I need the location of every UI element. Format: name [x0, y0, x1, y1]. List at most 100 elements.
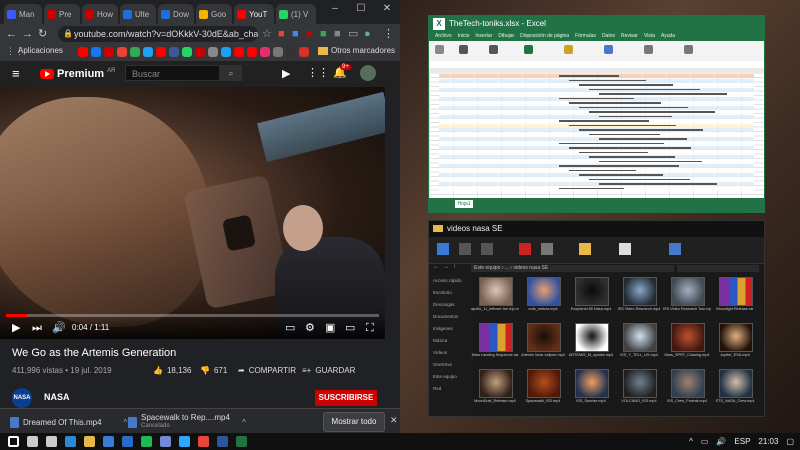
youtube-premium-logo[interactable]: Premium AR [40, 68, 115, 80]
channel-name[interactable]: NASA [44, 392, 70, 402]
browser-tab[interactable]: Dow [158, 4, 194, 24]
apps-icon[interactable]: ⋮⋮ [307, 66, 329, 79]
chrome-icon[interactable] [198, 436, 209, 447]
nav-item[interactable]: Acceso rápido [433, 278, 471, 283]
paste-icon[interactable] [481, 243, 493, 255]
share-button[interactable]: ➦ COMPARTIR [238, 366, 296, 375]
reload-icon[interactable]: ↻ [38, 27, 47, 41]
ribbon-tab[interactable]: Fórmulas [575, 32, 596, 41]
show-all-button[interactable]: Mostrar todo [323, 412, 385, 432]
nav-item[interactable]: Red [433, 386, 471, 391]
video-thumbnail[interactable] [671, 323, 705, 352]
notification-icon[interactable]: ▢ [786, 437, 794, 446]
bookmark-favicon-icon[interactable] [169, 47, 179, 57]
bookmark-favicon-icon[interactable] [208, 47, 218, 57]
video-thumbnail[interactable] [719, 323, 753, 352]
ribbon-tab[interactable]: Ayuda [661, 32, 675, 41]
nav-item[interactable]: Vídeos [433, 350, 471, 355]
save-button[interactable]: ≡+ GUARDAR [302, 366, 355, 375]
spotify-icon[interactable] [141, 436, 152, 447]
cast-icon[interactable]: ▭ [348, 27, 358, 41]
volume-icon[interactable]: 🔊 [716, 437, 726, 446]
other-bookmarks[interactable]: Otros marcadores [331, 46, 395, 55]
ribbon-tab[interactable]: Datos [602, 32, 615, 41]
network-icon[interactable]: ▭ [701, 437, 709, 446]
browser-tab-active[interactable]: YouT [234, 4, 274, 24]
nav-item[interactable]: OneDrive [433, 362, 471, 367]
explorer-address-bar[interactable]: Este equipo › ... › videos nasa SE [471, 265, 674, 272]
back-icon[interactable]: ← [433, 264, 439, 270]
language-indicator[interactable]: ESP [734, 437, 750, 446]
browser-tab[interactable]: How [82, 4, 118, 24]
back-icon[interactable]: ← [6, 27, 17, 41]
video-player[interactable] [0, 87, 385, 339]
file-name[interactable]: Mars_SPRT_Chasing.mp4 [663, 353, 711, 357]
file-name[interactable]: MoonDust_Release.mp4 [471, 399, 519, 403]
video-thumbnail[interactable] [623, 277, 657, 306]
file-name[interactable]: Exoplanet 89 Nasa.mp4 [567, 307, 615, 311]
excel-icon[interactable] [236, 436, 247, 447]
chevron-up-icon[interactable]: ^ [242, 418, 246, 427]
video-thumbnail[interactable] [623, 323, 657, 352]
video-thumbnail[interactable] [479, 277, 513, 306]
store-icon[interactable] [103, 436, 114, 447]
ribbon-tab[interactable]: Archivo [435, 32, 452, 41]
chevron-up-icon[interactable]: ^ [689, 437, 693, 446]
theater-mode-icon[interactable]: ▭ [345, 322, 355, 334]
table-format-icon[interactable] [604, 45, 613, 54]
sheet-tab[interactable]: Hoja1 [455, 200, 473, 208]
profile-avatar[interactable]: ● [364, 27, 371, 41]
extension-icon[interactable]: ■ [306, 27, 313, 41]
ribbon-tab[interactable]: Inicio [458, 32, 470, 41]
bookmark-favicon-icon[interactable] [286, 47, 296, 57]
browser-tab[interactable]: Goo [196, 4, 232, 24]
volume-icon[interactable]: 🔊 [52, 322, 66, 334]
font-icon[interactable] [459, 45, 468, 54]
browser-tab[interactable]: Pre [44, 4, 80, 24]
bookmark-favicon-icon[interactable] [130, 47, 140, 57]
delete-icon[interactable] [519, 243, 531, 255]
bookmark-favicon-icon[interactable] [182, 47, 192, 57]
up-icon[interactable]: ↑ [453, 264, 456, 270]
file-name[interactable]: ARTEMIS_M_update.mp4 [567, 353, 615, 357]
photoshop-icon[interactable] [179, 436, 190, 447]
ribbon-tab[interactable]: Vista [644, 32, 655, 41]
search-icon[interactable] [27, 436, 38, 447]
nav-item[interactable]: Imágenes [433, 326, 471, 331]
extension-icon[interactable]: ■ [278, 27, 285, 41]
paste-icon[interactable] [435, 45, 444, 54]
video-thumbnail[interactable] [575, 323, 609, 352]
extension-icon[interactable]: ■ [292, 27, 299, 41]
forward-icon[interactable]: → [22, 27, 33, 41]
taskview-icon[interactable] [46, 436, 57, 447]
download-item[interactable]: Dreamed Of This.mp4 ^ [10, 412, 127, 432]
bookmark-favicon-icon[interactable] [247, 47, 257, 57]
sort-icon[interactable] [684, 45, 693, 54]
clock[interactable]: 21:03 [758, 437, 778, 446]
close-button[interactable]: ✕ [374, 0, 400, 18]
bookmark-favicon-icon[interactable] [78, 47, 88, 57]
video-thumbnail[interactable] [671, 369, 705, 398]
extension-icon[interactable]: ■ [334, 27, 341, 41]
progress-bar[interactable] [6, 314, 379, 317]
address-bar[interactable]: 🔒 youtube.com/watch?v=dOKkkV-30dE&ab_cha… [58, 26, 258, 42]
search-button[interactable]: ⌕ [220, 65, 242, 81]
file-name[interactable]: ISS_Sunrise.mp4 [567, 399, 615, 403]
browser-tab[interactable]: (1) V [276, 4, 316, 24]
star-icon[interactable]: ☆ [262, 27, 272, 41]
video-thumbnail[interactable] [479, 369, 513, 398]
bookmark-favicon-icon[interactable] [91, 47, 101, 57]
file-name[interactable]: VOLCANO_ISS.mp4 [615, 399, 663, 403]
browser-tab[interactable]: Ulte [120, 4, 156, 24]
video-thumbnail[interactable] [575, 277, 609, 306]
spreadsheet-row[interactable] [439, 114, 754, 119]
rar-archive-icon[interactable] [719, 277, 753, 306]
forward-icon[interactable]: → [443, 264, 449, 270]
next-icon[interactable]: ⏭ [32, 322, 42, 334]
search-input[interactable]: Buscar [125, 65, 220, 81]
select-all-icon[interactable] [669, 243, 681, 255]
spreadsheet-row[interactable] [439, 159, 754, 164]
align-icon[interactable] [489, 45, 498, 54]
bookmark-favicon-icon[interactable] [273, 47, 283, 57]
rename-icon[interactable] [541, 243, 553, 255]
